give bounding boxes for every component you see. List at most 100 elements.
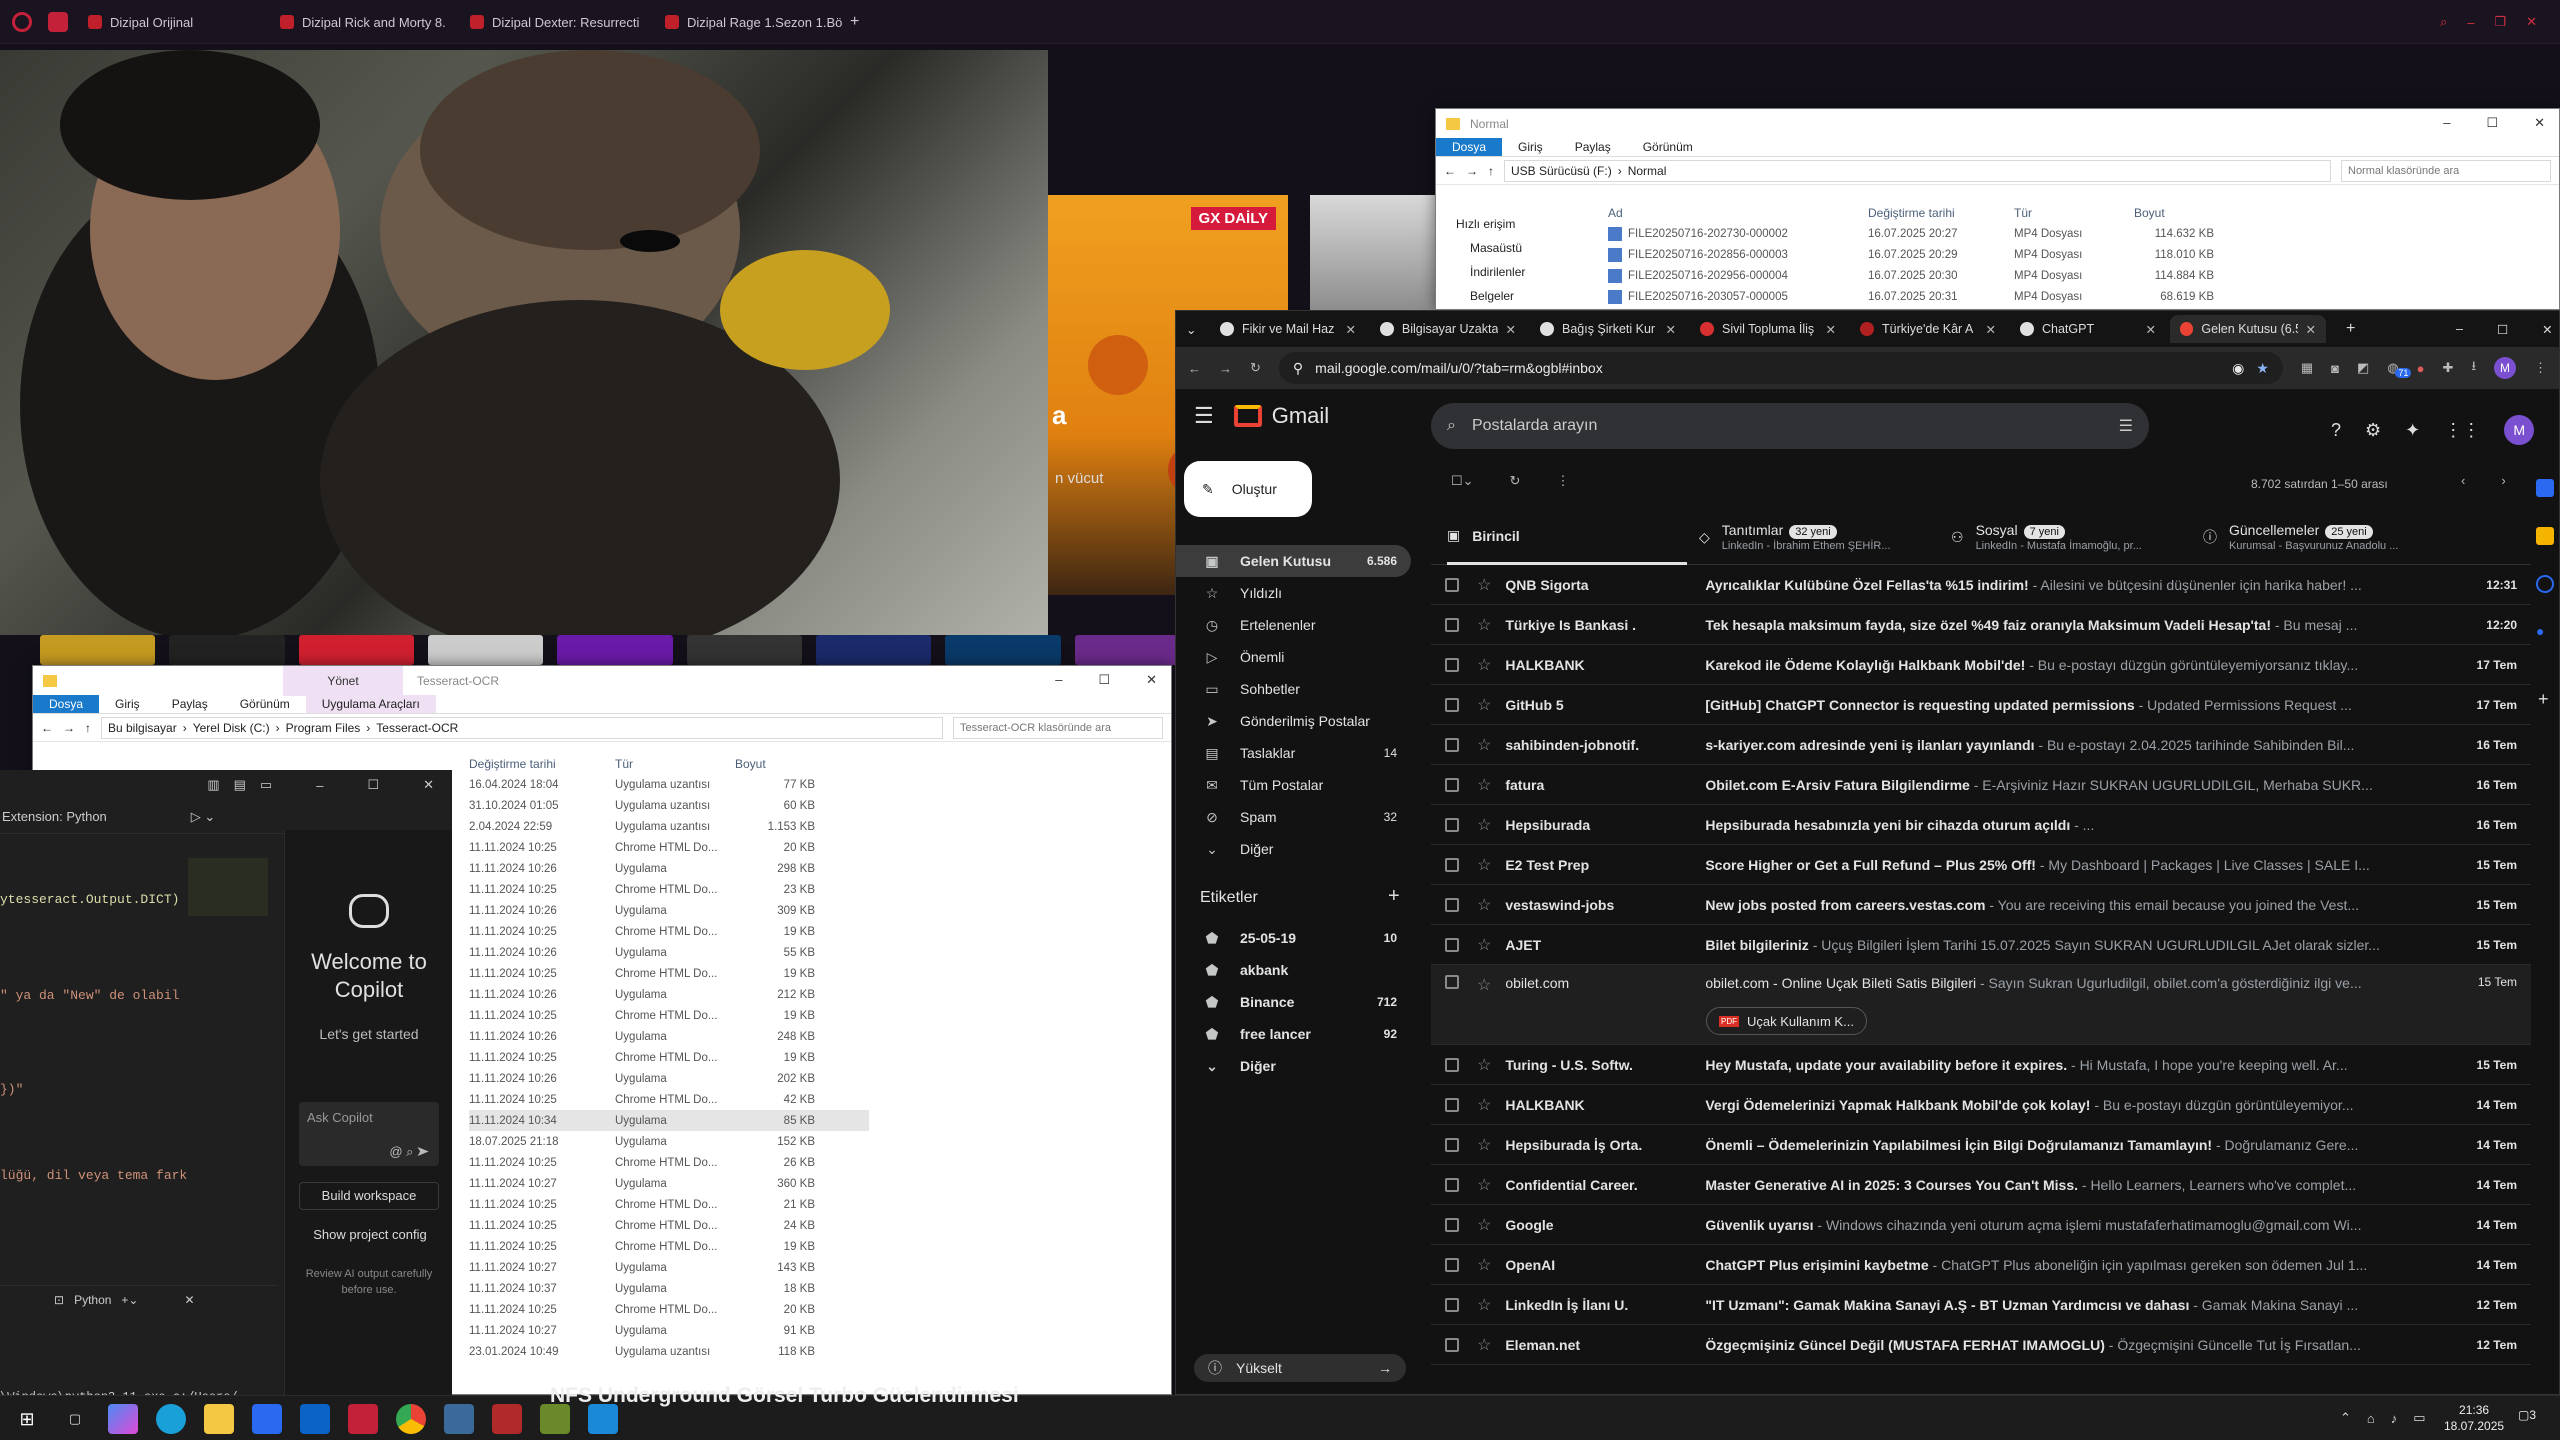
- email-row[interactable]: ☆ QNB Sigorta Ayrıcalıklar Kulübüne Özel F…: [1431, 565, 2531, 605]
- forward-icon[interactable]: →: [1219, 361, 1232, 376]
- star-icon[interactable]: ☆: [1477, 1055, 1491, 1075]
- network-icon[interactable]: ⌂: [2367, 1411, 2375, 1426]
- email-row[interactable]: ☆ HALKBANK Vergi Ödemelerinizi Yapmak Halk…: [1431, 1085, 2531, 1125]
- file-row[interactable]: 11.11.2024 10:25 Chrome HTML Do... 19 KB: [469, 1236, 869, 1257]
- menu-icon[interactable]: ⋮: [2534, 360, 2547, 376]
- code-editor[interactable]: ytesseract.Output.DICT) " ya da "New" de…: [0, 840, 278, 1300]
- chrome-tab[interactable]: Türkiye'de Kâr A ✕: [1850, 315, 2006, 343]
- email-checkbox[interactable]: [1445, 777, 1459, 792]
- minimap[interactable]: [188, 858, 268, 916]
- email-checkbox[interactable]: [1445, 617, 1459, 632]
- search-input[interactable]: Normal klasöründe ara: [2341, 159, 2551, 182]
- ribbon-tab-file[interactable]: Dosya: [33, 695, 100, 713]
- extension-icon[interactable]: ▦: [2301, 360, 2313, 376]
- opera-tab[interactable]: Dizipal Rage 1.Sezon 1.Bö: [665, 10, 842, 34]
- ribbon-tab-home[interactable]: Giriş: [1502, 138, 1559, 156]
- vscode-icon[interactable]: [588, 1404, 618, 1434]
- clock[interactable]: 21:36 18.07.2025: [2444, 1402, 2504, 1434]
- up-icon[interactable]: ↑: [85, 721, 91, 735]
- column-headers[interactable]: Ad Değiştirme tarihi Tür Boyut: [1608, 203, 2308, 223]
- file-row[interactable]: 11.11.2024 10:27 Uygulama 360 KB: [469, 1173, 869, 1194]
- site-info-icon[interactable]: ⚲: [1293, 360, 1303, 377]
- close-icon[interactable]: ✕: [423, 777, 434, 793]
- file-row[interactable]: 11.11.2024 10:25 Chrome HTML Do... 21 KB: [469, 1194, 869, 1215]
- email-row[interactable]: ☆ Türkiye Is Bankasi . Tek hesapla maksimu…: [1431, 605, 2531, 645]
- star-icon[interactable]: ☆: [1477, 575, 1491, 595]
- extension-badge[interactable]: ◍ 71: [2387, 360, 2412, 378]
- email-checkbox[interactable]: [1445, 857, 1459, 872]
- gmail-label-item[interactable]: ⬟ free lancer 92: [1176, 1018, 1411, 1050]
- star-icon[interactable]: ☆: [1477, 1255, 1491, 1275]
- gmail-nav-item[interactable]: ▷ Önemli: [1176, 641, 1411, 673]
- star-icon[interactable]: ☆: [1477, 775, 1491, 795]
- star-icon[interactable]: ☆: [1477, 1215, 1491, 1235]
- contacts-icon[interactable]: ●: [2536, 623, 2554, 641]
- bookmark-star-icon[interactable]: ★: [2256, 360, 2269, 377]
- file-row[interactable]: 11.11.2024 10:37 Uygulama 18 KB: [469, 1278, 869, 1299]
- gmail-label-item[interactable]: ⌄ Diğer: [1176, 1050, 1411, 1082]
- window-controls[interactable]: – ☐ ✕: [1041, 666, 1171, 694]
- file-row[interactable]: 11.11.2024 10:34 Uygulama 85 KB: [469, 1110, 869, 1131]
- star-icon[interactable]: ☆: [1477, 935, 1491, 955]
- layout-icon[interactable]: ▥: [207, 777, 219, 793]
- file-row[interactable]: 2.04.2024 22:59 Uygulama uzantısı 1.153 KB: [469, 816, 869, 837]
- star-icon[interactable]: ☆: [1477, 1135, 1491, 1155]
- email-row[interactable]: ☆ vestaswind-jobs New jobs posted from car…: [1431, 885, 2531, 925]
- prev-page-icon[interactable]: ‹: [2461, 473, 2465, 488]
- gmail-nav-item[interactable]: ⌄ Diğer: [1176, 833, 1411, 865]
- email-row[interactable]: ☆ Confidential Career. Master Generative A…: [1431, 1165, 2531, 1205]
- file-row[interactable]: 11.11.2024 10:25 Chrome HTML Do... 42 KB: [469, 1089, 869, 1110]
- notification-badge[interactable]: ▢3: [2518, 1408, 2536, 1422]
- camera-icon[interactable]: ◙: [2331, 361, 2339, 376]
- app-icon[interactable]: [540, 1404, 570, 1434]
- email-row[interactable]: ☆ OpenAI ChatGPT Plus erişimini kaybetme -…: [1431, 1245, 2531, 1285]
- email-row[interactable]: ☆ AJET Bilet bilgileriniz - Uçuş Bilgileri…: [1431, 925, 2531, 965]
- star-icon[interactable]: ☆: [1477, 655, 1491, 675]
- file-row[interactable]: 11.11.2024 10:27 Uygulama 143 KB: [469, 1257, 869, 1278]
- download-icon[interactable]: ⭳: [2471, 357, 2476, 379]
- email-checkbox[interactable]: [1445, 1337, 1459, 1352]
- file-row[interactable]: 11.11.2024 10:26 Uygulama 298 KB: [469, 858, 869, 879]
- file-row[interactable]: 11.11.2024 10:25 Chrome HTML Do... 19 KB: [469, 921, 869, 942]
- compose-button[interactable]: ✎ Oluştur: [1184, 461, 1312, 517]
- gmail-nav-item[interactable]: ✉ Tüm Postalar: [1176, 769, 1411, 801]
- edge-icon[interactable]: [156, 1404, 186, 1434]
- gmail-nav-item[interactable]: ◷ Ertelenenler: [1176, 609, 1411, 641]
- calendar-icon[interactable]: [2536, 479, 2554, 497]
- chrome-tab[interactable]: ChatGPT ✕: [2010, 315, 2166, 343]
- email-checkbox[interactable]: [1445, 937, 1459, 952]
- thumbnail-strip[interactable]: [40, 635, 1190, 665]
- url-bar[interactable]: ⚲ mail.google.com/mail/u/0/?tab=rm&ogbl#…: [1278, 352, 2283, 384]
- star-icon[interactable]: ☆: [1477, 895, 1491, 915]
- task-view-icon[interactable]: ▢: [60, 1404, 90, 1434]
- chrome-tab[interactable]: Gelen Kutusu (6.5 ✕: [2170, 315, 2326, 343]
- up-icon[interactable]: ↑: [1488, 164, 1494, 178]
- opera-logo-icon[interactable]: [12, 12, 32, 32]
- outlook-icon[interactable]: [300, 1404, 330, 1434]
- star-icon[interactable]: ☆: [1477, 735, 1491, 755]
- star-icon[interactable]: ☆: [1477, 615, 1491, 635]
- file-row[interactable]: 16.04.2024 18:04 Uygulama uzantısı 77 KB: [469, 774, 869, 795]
- close-icon[interactable]: ✕: [184, 1293, 194, 1307]
- gmail-label-item[interactable]: ⬟ akbank: [1176, 954, 1411, 986]
- file-row[interactable]: 23.01.2024 10:49 Uygulama uzantısı 118 KB: [469, 1341, 869, 1362]
- chrome-tab[interactable]: Fikir ve Mail Haz ✕: [1210, 315, 1366, 343]
- file-row[interactable]: 18.07.2025 21:18 Uygulama 152 KB: [469, 1131, 869, 1152]
- file-row[interactable]: FILE20250716-202730-000002 16.07.2025 20:…: [1608, 223, 2308, 244]
- email-row[interactable]: ☆ fatura Obilet.com E-Arsiv Fatura Bilgile…: [1431, 765, 2531, 805]
- ribbon-tab-view[interactable]: Görünüm: [224, 695, 306, 713]
- forward-icon[interactable]: →: [1466, 164, 1478, 178]
- file-explorer-icon[interactable]: [204, 1404, 234, 1434]
- email-checkbox[interactable]: [1445, 1137, 1459, 1152]
- email-checkbox[interactable]: [1445, 657, 1459, 672]
- maximize-icon[interactable]: ☐: [367, 777, 379, 793]
- file-row[interactable]: 11.11.2024 10:25 Chrome HTML Do... 19 KB: [469, 1005, 869, 1026]
- run-icon[interactable]: ▷ ⌄: [191, 809, 216, 825]
- file-row[interactable]: 11.11.2024 10:25 Chrome HTML Do... 19 KB: [469, 963, 869, 984]
- system-tray[interactable]: ⌃ ⌂ ♪ ▭: [2340, 1410, 2426, 1426]
- add-label-icon[interactable]: +: [1388, 885, 1400, 908]
- file-row[interactable]: 11.11.2024 10:26 Uygulama 248 KB: [469, 1026, 869, 1047]
- start-icon[interactable]: ⊞: [12, 1404, 42, 1434]
- copilot-app-icon[interactable]: [108, 1404, 138, 1434]
- ribbon-tab-share[interactable]: Paylaş: [1559, 138, 1627, 156]
